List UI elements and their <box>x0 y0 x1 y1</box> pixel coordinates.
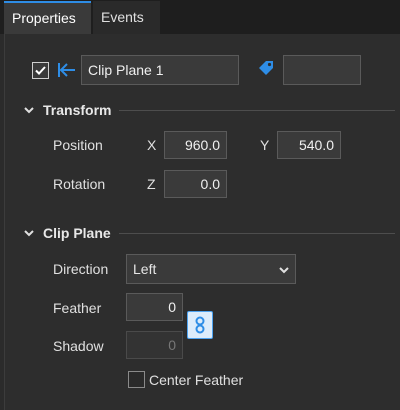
tab-events[interactable]: Events <box>93 1 160 34</box>
clip-plane-section-header[interactable]: Clip Plane <box>23 223 395 243</box>
shadow-label: Shadow <box>53 338 104 354</box>
x-label: X <box>147 137 157 153</box>
direction-label: Direction <box>53 261 109 277</box>
link-icon <box>195 316 205 334</box>
direction-value: Left <box>133 261 157 277</box>
position-y-input[interactable]: 540.0 <box>277 131 341 159</box>
enabled-checkbox[interactable] <box>32 62 49 79</box>
direction-select[interactable]: Left <box>126 254 296 284</box>
tag-input[interactable] <box>283 55 361 85</box>
chevron-down-icon <box>24 230 34 237</box>
center-feather-checkbox[interactable] <box>128 371 145 388</box>
chevron-down-icon <box>24 107 34 114</box>
z-label: Z <box>147 176 156 192</box>
position-label: Position <box>53 137 103 153</box>
rotation-label: Rotation <box>53 176 106 192</box>
section-divider <box>119 109 395 111</box>
feather-input[interactable]: 0 <box>126 293 183 321</box>
rotation-z-input[interactable]: 0.0 <box>164 170 227 198</box>
transform-title: Transform <box>43 102 112 118</box>
clip-plane-title: Clip Plane <box>43 225 111 241</box>
checkmark-icon <box>35 66 46 75</box>
y-label: Y <box>260 137 270 153</box>
tab-properties[interactable]: Properties <box>4 1 91 34</box>
center-feather-label: Center Feather <box>149 372 244 388</box>
position-x-input[interactable]: 960.0 <box>164 131 227 159</box>
shadow-input[interactable]: 0 <box>126 331 183 359</box>
tab-bar: Properties Events <box>0 0 400 34</box>
section-divider <box>118 232 395 234</box>
arrow-left-icon[interactable] <box>57 60 77 80</box>
chevron-down-icon <box>279 267 289 274</box>
tag-icon[interactable] <box>256 58 276 78</box>
feather-label: Feather <box>53 300 102 316</box>
link-feather-shadow-button[interactable] <box>187 311 213 339</box>
name-input[interactable]: Clip Plane 1 <box>81 55 239 85</box>
transform-section-header[interactable]: Transform <box>23 100 395 120</box>
properties-panel: Clip Plane 1 Transform Position X 960.0 … <box>4 34 400 410</box>
